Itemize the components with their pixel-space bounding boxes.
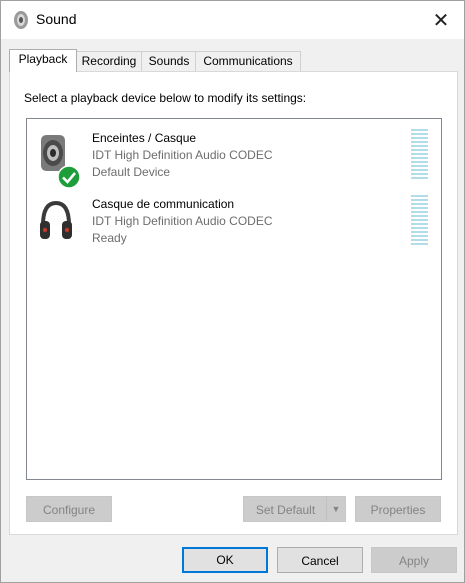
title-bar[interactable]: Sound ✕	[1, 1, 464, 39]
apply-label: Apply	[398, 554, 430, 568]
tab-recording[interactable]: Recording	[75, 51, 143, 71]
tab-sounds[interactable]: Sounds	[141, 51, 197, 71]
ok-button[interactable]: OK	[182, 547, 268, 573]
configure-button[interactable]: Configure	[26, 496, 112, 522]
device-list[interactable]: Enceintes / Casque IDT High Definition A…	[26, 118, 442, 480]
device-item-speakers[interactable]: Enceintes / Casque IDT High Definition A…	[27, 125, 441, 189]
properties-label: Properties	[370, 503, 426, 517]
device-status: Ready	[92, 231, 127, 245]
close-icon: ✕	[432, 9, 450, 32]
ok-label: OK	[216, 553, 234, 567]
tab-communications[interactable]: Communications	[195, 51, 301, 71]
tab-playback[interactable]: Playback	[9, 49, 77, 72]
device-driver: IDT High Definition Audio CODEC	[92, 214, 273, 228]
sound-dialog: Sound ✕ Playback Recording Sounds Commun…	[0, 0, 465, 583]
device-name: Casque de communication	[92, 197, 235, 211]
configure-label: Configure	[42, 503, 96, 517]
apply-button[interactable]: Apply	[371, 547, 457, 573]
volume-meter	[411, 195, 428, 245]
close-button[interactable]: ✕	[418, 1, 464, 39]
instruction-text: Select a playback device below to modify…	[24, 91, 307, 105]
sound-app-icon	[14, 11, 28, 29]
device-driver: IDT High Definition Audio CODEC	[92, 148, 273, 162]
device-item-headset[interactable]: Casque de communication IDT High Definit…	[27, 191, 441, 253]
playback-panel: Select a playback device below to modify…	[9, 71, 458, 535]
window-title: Sound	[36, 11, 77, 27]
chevron-down-icon[interactable]: ▼	[326, 497, 345, 521]
set-default-button[interactable]: Set Default ▼	[243, 496, 346, 522]
cancel-label: Cancel	[301, 554, 339, 568]
properties-button[interactable]: Properties	[355, 496, 441, 522]
headphones-icon	[40, 200, 72, 239]
device-status: Default Device	[92, 165, 171, 179]
default-check-icon	[57, 165, 81, 189]
volume-meter	[411, 129, 428, 179]
device-name: Enceintes / Casque	[92, 131, 197, 145]
cancel-button[interactable]: Cancel	[277, 547, 363, 573]
set-default-label: Set Default	[255, 503, 316, 517]
